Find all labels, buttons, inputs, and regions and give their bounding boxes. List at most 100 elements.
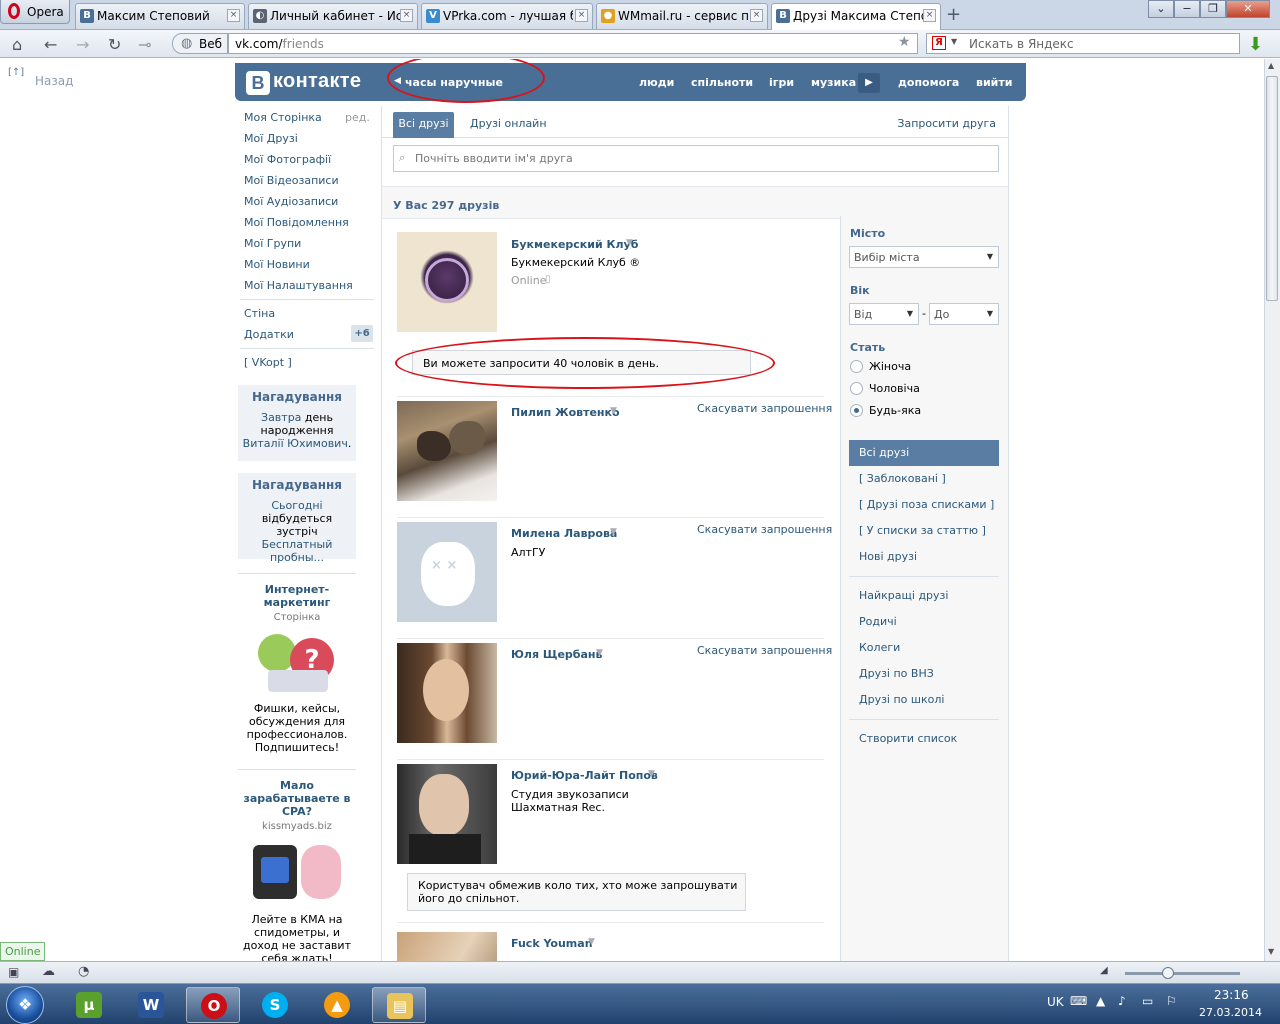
ad-block[interactable]: Мало зарабатываете в CPA? kissmyads.biz …: [238, 779, 356, 961]
nav-people[interactable]: люди: [639, 76, 674, 89]
nav-logout[interactable]: вийти: [976, 76, 1012, 89]
volume-icon[interactable]: ♪: [1118, 994, 1126, 1008]
list-best-friends[interactable]: Найкращі друзі: [859, 589, 948, 602]
list-university[interactable]: Друзі по ВНЗ: [859, 667, 934, 680]
friend-avatar[interactable]: [397, 932, 497, 961]
back-link[interactable]: Назад: [35, 74, 73, 88]
menu-news[interactable]: Мої Новини: [244, 258, 310, 271]
browser-tab[interactable]: ● WMmail.ru - сервис п... ×: [596, 3, 768, 29]
tab-close-icon[interactable]: ×: [750, 9, 763, 22]
speed-dial-icon[interactable]: ◔: [78, 964, 89, 979]
menu-messages[interactable]: Мої Повідомлення: [244, 216, 349, 229]
forward-icon[interactable]: →: [76, 35, 89, 54]
menu-apps[interactable]: Додатки: [244, 328, 294, 341]
nav-communities[interactable]: спільноти: [691, 76, 753, 89]
browser-tab[interactable]: V VPrka.com - лучшая б... ×: [421, 3, 593, 29]
friend-name[interactable]: Юля Щербань: [511, 648, 602, 661]
tab-close-icon[interactable]: ×: [575, 9, 588, 22]
minimize-icon[interactable]: −: [1174, 0, 1200, 18]
list-blocked[interactable]: [ Заблоковані ]: [859, 472, 946, 485]
cloud-icon[interactable]: ☁: [42, 964, 55, 979]
invite-friend-link[interactable]: Запросити друга: [897, 117, 996, 130]
menu-friends[interactable]: Мої Друзі: [244, 132, 298, 145]
menu-groups[interactable]: Мої Групи: [244, 237, 301, 250]
radio-any[interactable]: [850, 404, 863, 417]
friend-avatar[interactable]: [397, 764, 497, 864]
age-from-select[interactable]: Від: [849, 303, 919, 325]
start-button[interactable]: ❖: [6, 986, 44, 1024]
list-new-friends[interactable]: Нові друзі: [859, 550, 917, 563]
home-icon[interactable]: ⌂: [12, 35, 22, 54]
friend-avatar[interactable]: [397, 401, 497, 501]
friend-avatar[interactable]: × ×: [397, 522, 497, 622]
menu-wall[interactable]: Стіна: [244, 307, 275, 320]
radio-male[interactable]: [850, 382, 863, 395]
ad-title[interactable]: Интернет-маркетинг: [238, 583, 356, 609]
friend-menu-arrow-icon[interactable]: ▼: [596, 648, 603, 658]
language-indicator[interactable]: UK: [1047, 995, 1064, 1009]
zoom-slider-track[interactable]: [1125, 972, 1240, 975]
radio-male-label[interactable]: Чоловіча: [869, 382, 920, 395]
radio-any-label[interactable]: Будь-яка: [869, 404, 921, 417]
vk-logo-icon[interactable]: В: [246, 71, 270, 95]
opera-menu-button[interactable]: Opera: [0, 0, 70, 24]
ad-title[interactable]: Мало зарабатываете в CPA?: [238, 779, 356, 818]
friend-menu-arrow-icon[interactable]: ▼: [610, 527, 617, 537]
clock-time[interactable]: 23:16: [1214, 988, 1249, 1002]
city-select[interactable]: Вибір міста: [849, 246, 999, 268]
tab-close-icon[interactable]: ×: [400, 9, 413, 22]
friend-name[interactable]: Fuck Youman: [511, 937, 593, 950]
reminder-date-link[interactable]: Сьогодні: [271, 499, 322, 512]
search-input[interactable]: Искать в Яндекс: [926, 33, 1240, 54]
panel-toggle-icon[interactable]: ▣: [8, 965, 19, 979]
cancel-invite-link[interactable]: Скасувати запрошення: [697, 644, 832, 657]
list-colleagues[interactable]: Колеги: [859, 641, 900, 654]
nav-games[interactable]: ігри: [769, 76, 794, 89]
browser-tab[interactable]: ◐ Личный кабинет - Ис... ×: [248, 3, 418, 29]
taskbar-opera[interactable]: O: [186, 987, 240, 1023]
list-relatives[interactable]: Родичі: [859, 615, 897, 628]
taskbar-word[interactable]: W: [124, 987, 178, 1023]
list-by-sex[interactable]: [ У списки за статтю ]: [859, 524, 986, 537]
bookmark-star-icon[interactable]: ★: [898, 34, 911, 50]
tray-expand-icon[interactable]: ▲: [1096, 994, 1105, 1008]
reminder-date-link[interactable]: Завтра: [261, 411, 301, 424]
tab-close-icon[interactable]: ×: [923, 9, 936, 22]
friend-name[interactable]: Юрий-Юра-Лайт Попов: [511, 769, 658, 782]
taskbar-skype[interactable]: S: [248, 987, 302, 1023]
radio-female[interactable]: [850, 360, 863, 373]
zoom-slider-knob[interactable]: [1162, 967, 1174, 979]
reload-icon[interactable]: ↻: [108, 35, 121, 54]
scroll-up-icon[interactable]: ▲: [1268, 61, 1274, 70]
web-badge[interactable]: ◍ Веб: [172, 33, 228, 54]
ad-block[interactable]: Интернет-маркетинг Сторінка ? Фишки, кей…: [238, 583, 356, 754]
cancel-invite-link[interactable]: Скасувати запрошення: [697, 402, 832, 415]
taskbar-explorer[interactable]: ▤: [372, 987, 426, 1023]
friend-name[interactable]: Букмекерский Клуб: [511, 238, 638, 251]
friend-menu-arrow-icon[interactable]: ▼: [588, 937, 595, 947]
reminder-person-link[interactable]: Виталії Юхимович: [243, 437, 348, 450]
friend-menu-arrow-icon[interactable]: ▼: [648, 769, 655, 779]
tab-close-icon[interactable]: ×: [227, 9, 240, 22]
friend-menu-arrow-icon[interactable]: ▼: [626, 238, 633, 248]
list-unlisted[interactable]: [ Друзі поза списками ]: [859, 498, 994, 511]
keyboard-icon[interactable]: ⌨: [1070, 994, 1087, 1008]
menu-audio[interactable]: Мої Аудіозаписи: [244, 195, 338, 208]
scrollbar-thumb[interactable]: [1266, 76, 1278, 301]
zoom-out-icon[interactable]: ◢: [1100, 965, 1108, 976]
create-list-link[interactable]: Створити список: [859, 732, 957, 745]
ad-image[interactable]: [251, 839, 343, 905]
friend-avatar[interactable]: [397, 643, 497, 743]
ad-image[interactable]: ?: [254, 630, 340, 694]
age-to-select[interactable]: До: [929, 303, 999, 325]
search-engine-dropdown-icon[interactable]: ▼: [951, 37, 957, 46]
reminder-event-link[interactable]: Бесплатный пробны...: [262, 538, 333, 564]
friend-search-input[interactable]: Почніть вводити ім'я друга: [393, 145, 999, 172]
download-arrow-icon[interactable]: ⬇: [1248, 34, 1270, 55]
cancel-invite-link[interactable]: Скасувати запрошення: [697, 523, 832, 536]
apps-count-badge[interactable]: +6: [351, 325, 373, 342]
network-icon[interactable]: ⚐: [1166, 994, 1177, 1008]
new-tab-icon[interactable]: +: [946, 4, 961, 25]
yandex-icon[interactable]: Я: [932, 36, 946, 50]
menu-videos[interactable]: Мої Відеозаписи: [244, 174, 339, 187]
